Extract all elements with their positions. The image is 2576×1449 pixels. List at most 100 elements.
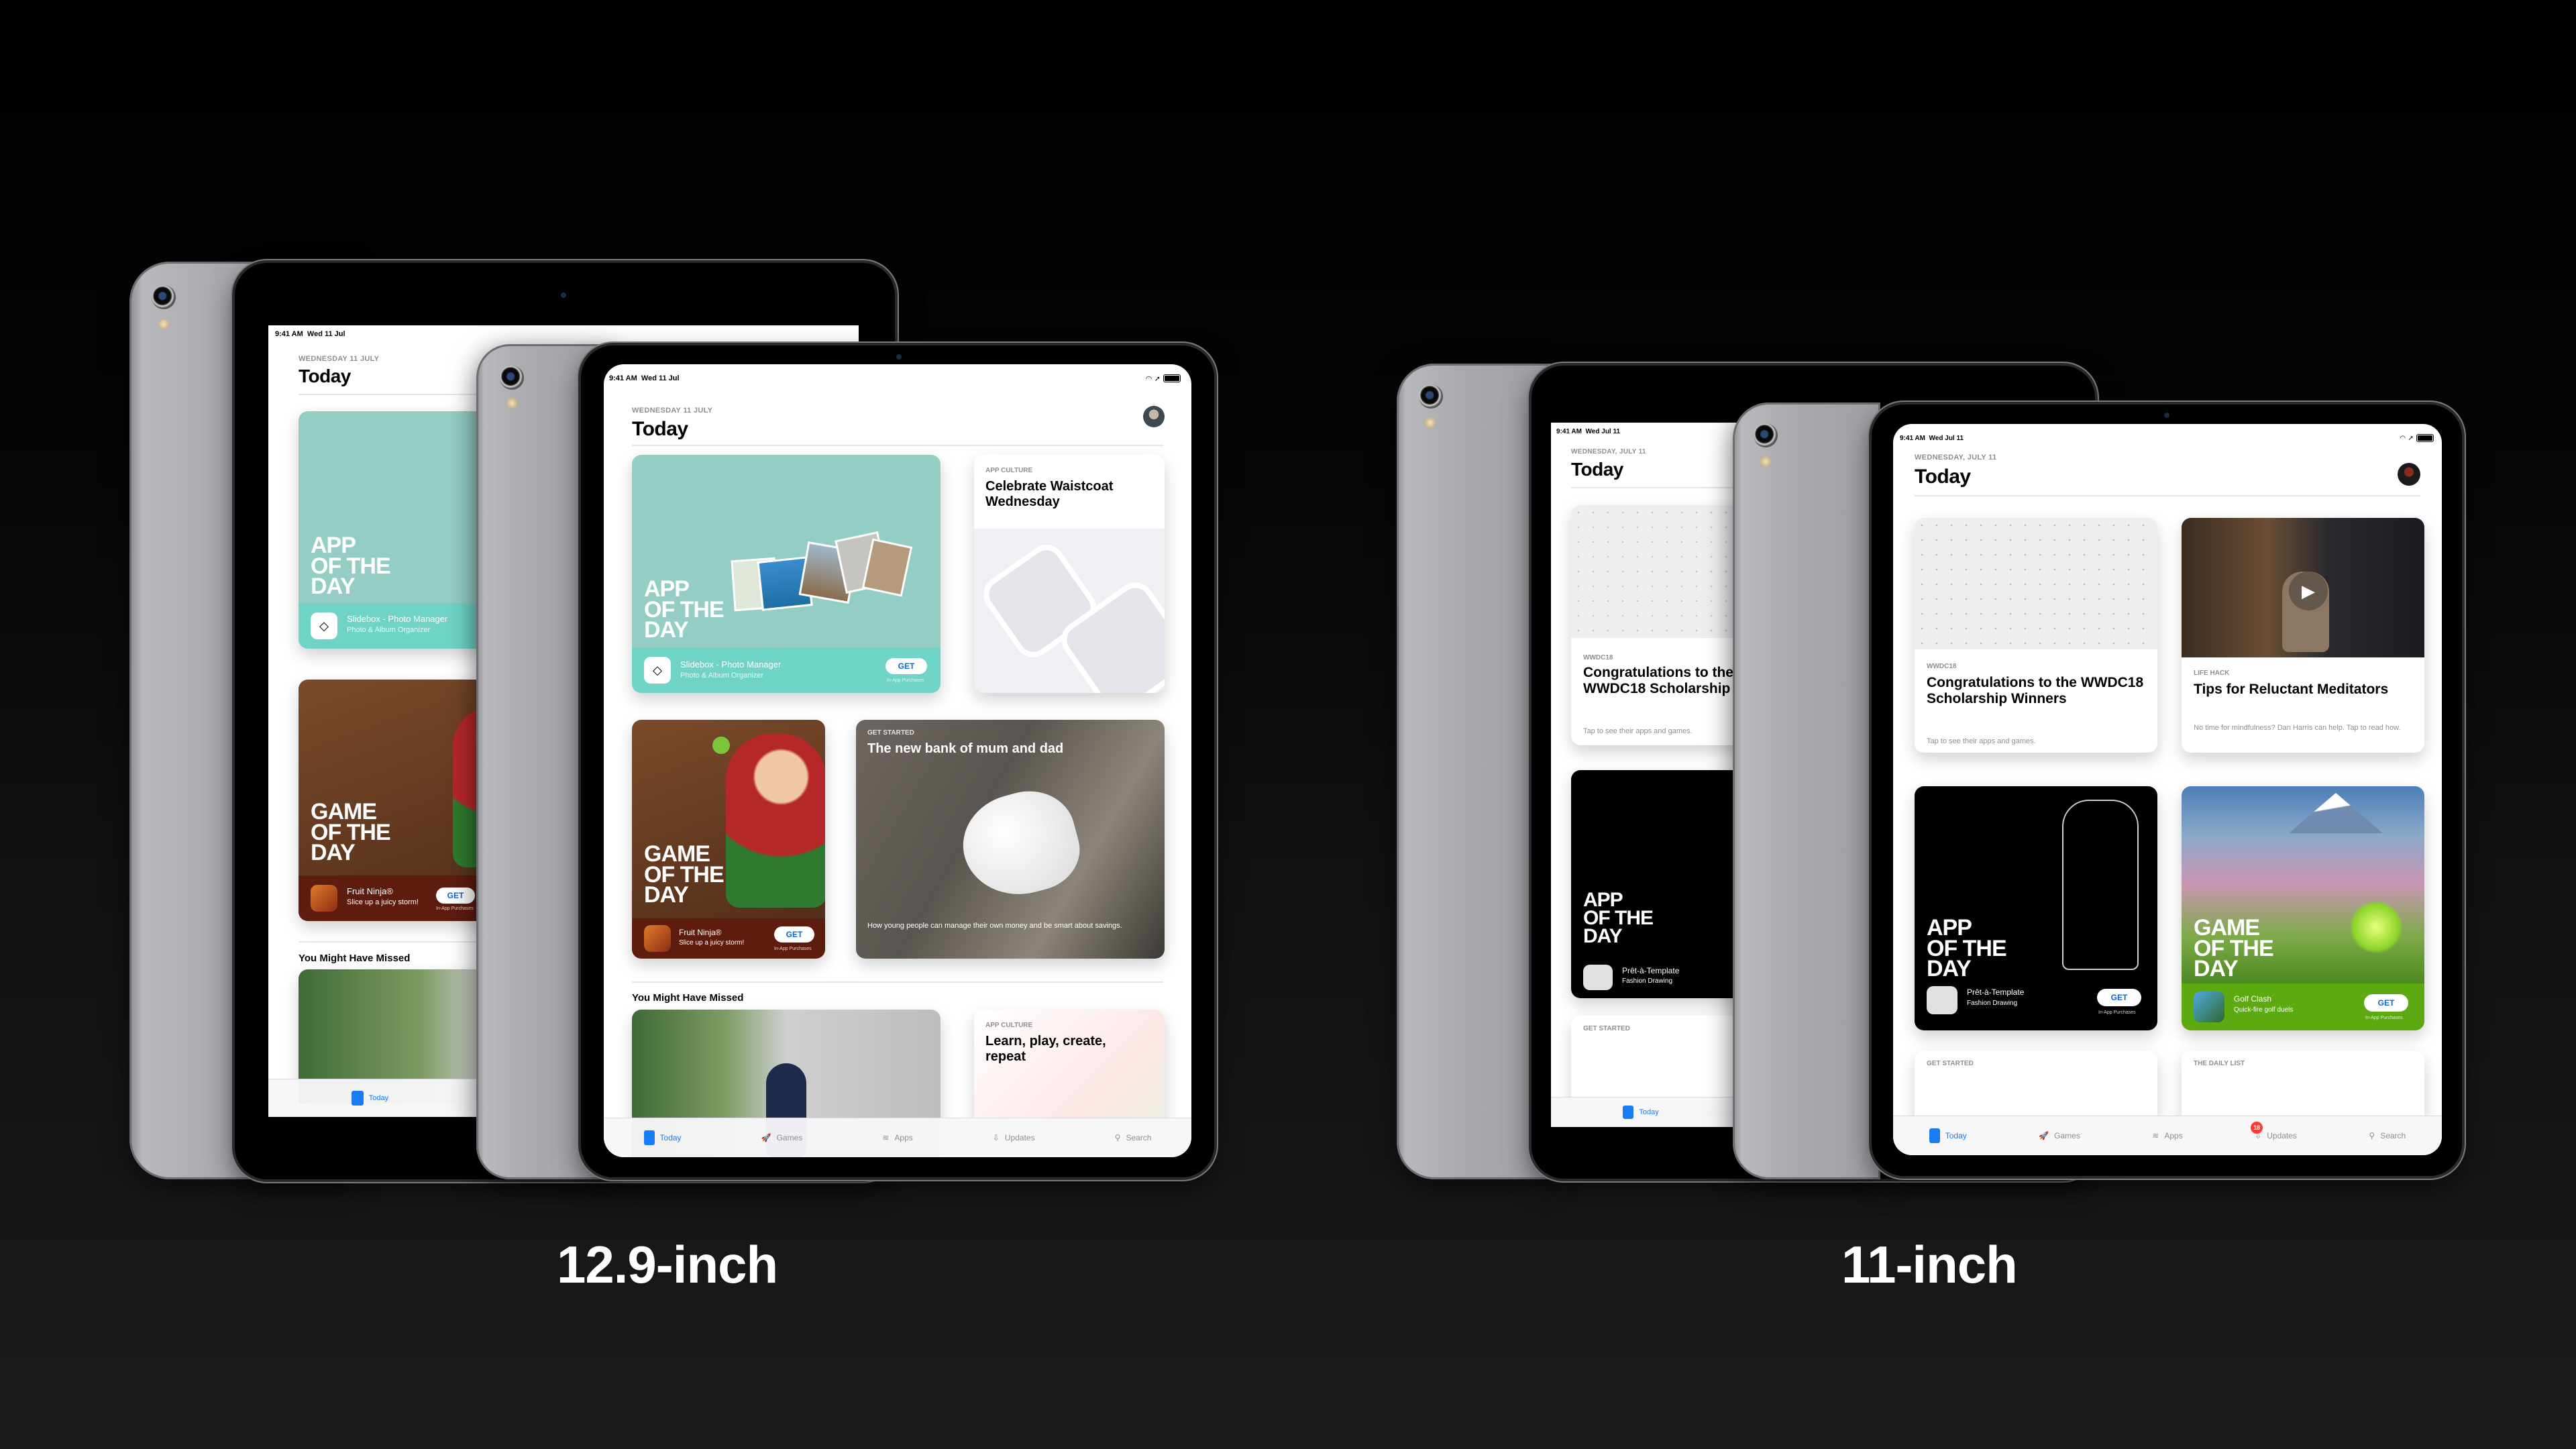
date-header: WEDNESDAY 11 JULY bbox=[632, 407, 713, 415]
tab-games[interactable]: 🚀Games bbox=[761, 1133, 803, 1142]
battery-icon bbox=[2416, 434, 2434, 442]
search-icon: ⚲ bbox=[1114, 1133, 1121, 1142]
tab-search[interactable]: ⚲ Search bbox=[2369, 1131, 2406, 1140]
in-app-purchases-note: In-App Purchases bbox=[774, 947, 812, 951]
wifi-icon: ◠ bbox=[2400, 434, 2406, 442]
app-name: Fruit Ninja® bbox=[347, 886, 393, 896]
photo-collage-illustration bbox=[731, 531, 913, 612]
app-name: Slidebox - Photo Manager bbox=[347, 614, 448, 624]
game-of-day-card[interactable]: GAME OF THE DAY Fruit Ninja® Slice up a ju… bbox=[632, 720, 825, 959]
account-avatar[interactable] bbox=[2398, 463, 2420, 486]
card-body: How young people can manage their own mo… bbox=[867, 922, 1122, 930]
tab-search[interactable]: ⚲ Search bbox=[1115, 1133, 1152, 1142]
apple-illustration bbox=[712, 737, 730, 754]
card-headline: GAME OF THE DAY bbox=[311, 799, 391, 866]
rear-camera-icon bbox=[500, 366, 524, 390]
in-app-purchases-note: In-App Purchases bbox=[2365, 1016, 2403, 1020]
location-icon: ➚ bbox=[2408, 434, 2414, 442]
location-icon: ➚ bbox=[1154, 374, 1161, 383]
card-headline: Tips for Reluctant Meditators bbox=[2194, 682, 2389, 697]
app-of-day-card[interactable]: APP OF THE DAY ◇ Slidebox - Photo Manager … bbox=[632, 455, 941, 693]
card-headline: APP OF THE DAY bbox=[1583, 889, 1654, 947]
fruit-ninja-app-icon bbox=[644, 925, 671, 952]
get-started-card[interactable]: GET STARTED The new bank of mum and dad … bbox=[856, 720, 1165, 959]
tab-apps[interactable]: ≋ Apps bbox=[2152, 1131, 2182, 1140]
wifi-icon: ◠ bbox=[1146, 374, 1152, 383]
tab-today[interactable]: Today bbox=[1929, 1128, 1967, 1143]
game-of-day-card[interactable]: GAME OF THE DAY Golf Clash Quick-fire golf… bbox=[2182, 786, 2424, 1030]
get-button[interactable]: GET bbox=[885, 658, 927, 674]
card-kicker: APP CULTURE bbox=[985, 467, 1033, 474]
get-button[interactable]: GET bbox=[2364, 994, 2408, 1012]
date-header: WEDNESDAY, JULY 11 bbox=[1571, 448, 1646, 455]
size-label-11: 11-inch bbox=[1841, 1235, 2018, 1294]
slidebox-app-icon: ◇ bbox=[311, 612, 337, 639]
ipad-11-front-screen: 9:41 AM Wed Jul 11 ◠ ➚ WEDNESDAY, JULY 11… bbox=[1893, 424, 2442, 1155]
get-button[interactable]: GET bbox=[2097, 989, 2141, 1006]
card-headline: GAME OF THE DAY bbox=[644, 841, 724, 908]
get-button[interactable]: GET bbox=[774, 926, 814, 943]
divider bbox=[632, 981, 1163, 983]
life-hack-card[interactable]: ▶ LIFE HACK Tips for Reluctant Meditator… bbox=[2182, 518, 2424, 753]
card-kicker: LIFE HACK bbox=[2194, 669, 2230, 677]
pret-a-template-app-icon bbox=[1583, 965, 1613, 990]
tab-today[interactable]: Today bbox=[1623, 1106, 1659, 1119]
rear-camera-icon bbox=[1419, 384, 1443, 409]
status-bar: 9:41 AM Wed Jul 11 ◠ ➚ bbox=[1893, 424, 2442, 447]
meditator-photo: ▶ bbox=[2182, 518, 2424, 657]
status-time: 9:41 AM Wed Jul 11 bbox=[1556, 427, 1621, 435]
dotted-illustration bbox=[1915, 518, 2157, 649]
get-button[interactable]: GET bbox=[436, 888, 475, 904]
tab-today[interactable]: Today bbox=[643, 1130, 682, 1145]
date-header: WEDNESDAY, JULY 11 bbox=[1915, 453, 1997, 462]
app-subtitle: Photo & Album Organizer bbox=[680, 672, 764, 680]
size-label-129: 12.9-inch bbox=[557, 1235, 778, 1294]
app-name: Slidebox - Photo Manager bbox=[680, 659, 782, 669]
wwdc-card[interactable]: WWDC18 Congratulations to the WWDC18 Sch… bbox=[1915, 518, 2157, 753]
layers-icon: ≋ bbox=[882, 1133, 890, 1142]
front-camera-icon bbox=[561, 292, 566, 298]
page-title: Today bbox=[1571, 459, 1623, 480]
app-culture-card[interactable]: APP CULTURE Celebrate Waistcoat Wednesda… bbox=[974, 455, 1165, 693]
golf-clash-app-icon bbox=[2194, 991, 2224, 1022]
tab-updates[interactable]: ⇩ Updates bbox=[993, 1133, 1035, 1142]
status-time: 9:41 AM Wed 11 Jul bbox=[275, 330, 345, 338]
layers-icon: ≋ bbox=[2152, 1131, 2159, 1140]
card-kicker: GET STARTED bbox=[1927, 1060, 1974, 1067]
tab-bar: Today 🚀 Games ≋ Apps 18 ⇩ Updates ⚲ Search bbox=[1893, 1116, 2442, 1155]
section-header: You Might Have Missed bbox=[299, 953, 411, 964]
app-name: Fruit Ninja® bbox=[679, 928, 722, 937]
app-bar: Fruit Ninja® Slice up a juicy storm! GET… bbox=[632, 918, 825, 959]
app-subtitle: Slice up a juicy storm! bbox=[347, 898, 419, 906]
account-avatar[interactable] bbox=[1143, 406, 1165, 427]
tab-bar: Today 🚀 Games ≋ Apps ⇩ Updates ⚲ Search bbox=[604, 1118, 1191, 1157]
flash-icon bbox=[158, 319, 169, 329]
card-headline: The new bank of mum and dad bbox=[867, 741, 1064, 756]
app-of-day-card[interactable]: APP OF THE DAY Prêt-à-Template Fashion Dra… bbox=[1915, 786, 2157, 1030]
app-subtitle: Photo & Album Organizer bbox=[347, 626, 431, 634]
golf-hole-glow bbox=[2349, 900, 2403, 954]
play-icon[interactable]: ▶ bbox=[2289, 572, 2328, 610]
battery-icon bbox=[1163, 374, 1181, 382]
page-title: Today bbox=[1915, 466, 1971, 488]
today-icon bbox=[1929, 1128, 1940, 1143]
tab-games[interactable]: 🚀Games bbox=[2039, 1131, 2080, 1140]
card-kicker: WWDC18 bbox=[1583, 654, 1613, 661]
tab-today[interactable]: Today bbox=[351, 1091, 388, 1106]
today-icon bbox=[643, 1130, 655, 1145]
fruit-ninja-app-icon bbox=[311, 885, 337, 912]
tab-apps[interactable]: ≋ Apps bbox=[882, 1133, 912, 1142]
today-icon bbox=[1623, 1106, 1634, 1119]
card-headline: Congratulations to the WWDC18 Scholarshi… bbox=[1927, 675, 2144, 707]
card-kicker: THE DAILY LIST bbox=[2194, 1060, 2245, 1067]
tab-updates[interactable]: 18 ⇩ Updates bbox=[2251, 1122, 2297, 1140]
page-title: Today bbox=[632, 418, 688, 440]
today-icon bbox=[351, 1091, 364, 1106]
app-name: Prêt-à-Template bbox=[1622, 966, 1680, 975]
flash-icon bbox=[1760, 456, 1771, 467]
app-subtitle: Fashion Drawing bbox=[1622, 977, 1673, 985]
page-title: Today bbox=[299, 366, 351, 386]
section-header: You Might Have Missed bbox=[632, 992, 744, 1004]
in-app-purchases-note: In-App Purchases bbox=[436, 906, 474, 911]
app-name: Prêt-à-Template bbox=[1967, 987, 2025, 997]
